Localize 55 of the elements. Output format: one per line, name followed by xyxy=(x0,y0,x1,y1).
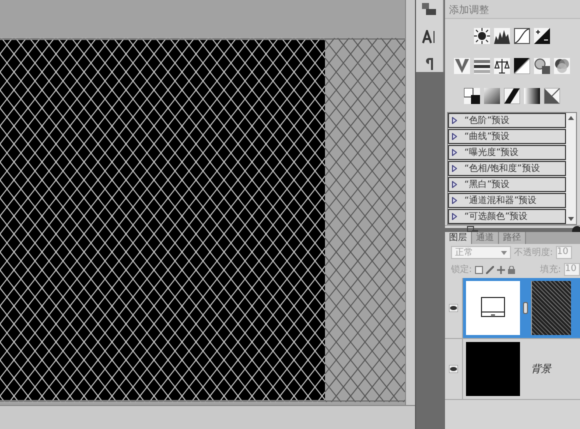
layer-name: 背景 xyxy=(530,362,551,376)
scroll-up-icon[interactable] xyxy=(568,116,574,120)
gradient-map-icon[interactable] xyxy=(524,88,540,104)
expand-icon[interactable] xyxy=(452,197,458,204)
brightness-icon[interactable] xyxy=(474,28,490,44)
fill-label: 填充: xyxy=(540,264,561,276)
eye-icon[interactable] xyxy=(448,304,458,312)
expand-icon[interactable] xyxy=(452,117,458,124)
posterize-icon[interactable] xyxy=(484,88,500,104)
layer-thumbnail xyxy=(466,342,520,396)
preset-item[interactable]: “通道混和器”预设 xyxy=(448,193,566,208)
preset-item[interactable]: “可选颜色”预设 xyxy=(448,209,566,224)
lock-pixels-icon[interactable] xyxy=(474,266,483,274)
move-icon[interactable] xyxy=(496,266,505,274)
scales-icon[interactable] xyxy=(494,58,510,74)
selective-color-icon[interactable] xyxy=(544,88,560,104)
paragraph-icon[interactable] xyxy=(425,58,434,70)
preset-item[interactable]: “色阶”预设 xyxy=(448,113,566,128)
layer-row[interactable] xyxy=(462,278,580,338)
exposure-icon[interactable] xyxy=(534,28,550,44)
panel-title: 添加调整 xyxy=(444,0,580,19)
color-balance-bars-icon[interactable] xyxy=(474,58,490,74)
expand-icon[interactable] xyxy=(452,165,458,172)
scrollbar[interactable] xyxy=(405,0,415,405)
curves-icon[interactable] xyxy=(514,28,530,44)
link-icon[interactable] xyxy=(522,302,528,314)
expand-icon[interactable] xyxy=(452,133,458,140)
photo-filter-icon[interactable] xyxy=(534,58,550,74)
scrollbar[interactable] xyxy=(0,405,415,429)
expand-icon[interactable] xyxy=(452,213,458,220)
layer-thumbnail xyxy=(466,281,520,335)
preset-item[interactable]: “曝光度”预设 xyxy=(448,145,566,160)
channel-mixer-icon[interactable] xyxy=(554,58,570,74)
lock-icon[interactable] xyxy=(508,266,515,274)
scroll-down-icon[interactable] xyxy=(568,217,574,221)
diagonal-split-icon[interactable] xyxy=(514,58,530,74)
threshold-icon[interactable] xyxy=(504,88,520,104)
character-icon[interactable] xyxy=(422,30,436,44)
eye-icon[interactable] xyxy=(448,365,458,373)
invert-icon[interactable] xyxy=(464,88,480,104)
panel-tab[interactable]: 图层 xyxy=(444,232,472,244)
expand-icon[interactable] xyxy=(452,181,458,188)
expand-icon[interactable] xyxy=(452,149,458,156)
adjustments-icon[interactable] xyxy=(421,2,438,16)
brush-icon[interactable] xyxy=(486,266,494,274)
layer-row[interactable]: 背景 xyxy=(462,339,580,399)
caret-icon xyxy=(500,250,507,254)
vibrance-icon[interactable] xyxy=(454,58,470,74)
lock-label: 锁定: xyxy=(450,264,472,276)
preset-item[interactable]: “曲线”预设 xyxy=(448,129,566,144)
preset-item[interactable]: “黑白”预设 xyxy=(448,177,566,192)
opacity-label: 不透明度: xyxy=(514,246,553,259)
mask-thumbnail xyxy=(530,281,571,335)
preset-item[interactable]: “色相/饱和度”预设 xyxy=(448,161,566,176)
histogram-icon[interactable] xyxy=(494,28,510,44)
